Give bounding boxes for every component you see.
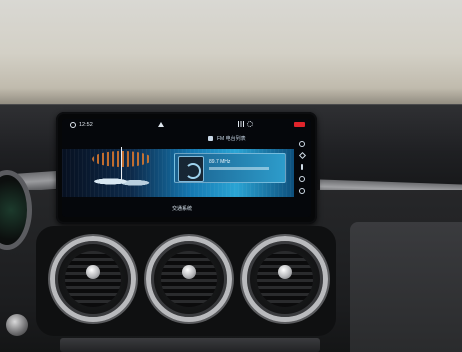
status-indicators: [238, 121, 253, 127]
brand-badge: [294, 122, 305, 127]
radio-source-row[interactable]: FM 电台列表: [208, 135, 246, 142]
air-vent-center[interactable]: [146, 236, 232, 322]
vent-slats: [161, 251, 217, 307]
clock-icon: [70, 122, 76, 128]
station-card[interactable]: 89.7 MHz: [174, 153, 286, 183]
radio-source-label: FM 电台列表: [217, 136, 246, 142]
vent-knob[interactable]: [86, 265, 100, 279]
info-icon[interactable]: [301, 164, 303, 170]
air-vent-right[interactable]: [242, 236, 328, 322]
bottom-label: 交通系统: [172, 206, 193, 212]
settings-icon[interactable]: [247, 121, 253, 127]
display-content: 12:52 FM 电台列表 89.7 MHz 交通系统: [62, 119, 311, 217]
air-vent-panel: [36, 226, 336, 336]
vent-slats: [257, 251, 313, 307]
side-menu: [295, 141, 309, 194]
home-icon[interactable]: [158, 122, 164, 127]
options-icon[interactable]: [299, 188, 305, 194]
radio-icon: [208, 136, 213, 141]
frequency-dial[interactable]: [92, 151, 152, 167]
station-frequency: 89.7 MHz: [209, 159, 231, 165]
sound-icon[interactable]: [299, 176, 305, 182]
windshield: [0, 0, 462, 118]
station-logo-icon: [178, 156, 204, 182]
status-clock: 12:52: [70, 122, 93, 128]
vent-slats: [65, 251, 121, 307]
vent-knob[interactable]: [182, 265, 196, 279]
infotainment-display: 12:52 FM 电台列表 89.7 MHz 交通系统: [56, 112, 317, 224]
vent-knob[interactable]: [278, 265, 292, 279]
air-vent-left[interactable]: [50, 236, 136, 322]
climate-button-row[interactable]: [60, 338, 320, 352]
status-bar: 12:52: [62, 119, 311, 133]
favorite-icon[interactable]: [298, 151, 306, 160]
passenger-panel: [350, 222, 462, 352]
map-scenery-graphic: [86, 173, 156, 187]
car-interior-photo: 12:52 FM 电台列表 89.7 MHz 交通系统: [0, 0, 462, 352]
signal-icon: [238, 121, 244, 127]
status-time: 12:52: [79, 122, 93, 128]
left-control-knob: [6, 314, 28, 336]
search-icon[interactable]: [299, 141, 305, 147]
station-name-placeholder: [209, 167, 269, 170]
